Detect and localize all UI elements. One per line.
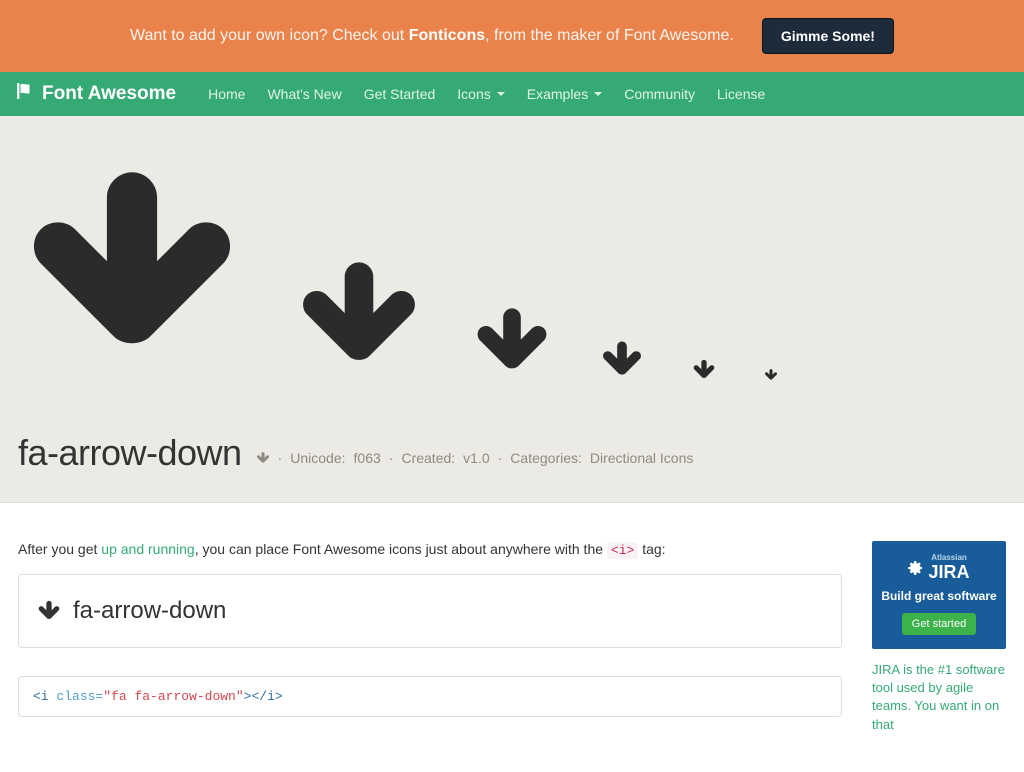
nav-examples[interactable]: Examples [527,86,602,102]
arrow-down-icon [692,358,716,382]
brand-link[interactable]: Font Awesome [16,82,176,106]
meta-created-value: v1.0 [463,450,489,466]
meta-unicode-value: f063 [354,450,381,466]
flag-icon [16,82,34,106]
code-block: <i class="fa fa-arrow-down"></i> [18,676,842,717]
code-token: "fa fa-arrow-down" [103,689,243,704]
icon-size-row [18,154,1006,382]
intro-mid: , you can place Font Awesome icons just … [195,541,607,557]
ad-logo-text: JIRA [928,562,969,582]
up-and-running-link[interactable]: up and running [101,541,194,557]
nav-label: Icons [457,86,490,102]
meta-unicode-label: Unicode: [290,450,345,466]
nav-label: What's New [267,86,341,102]
promo-message: Want to add your own icon? Check out Fon… [130,27,734,45]
nav-label: Get Started [364,86,436,102]
ad-cta-button[interactable]: Get started [902,613,976,635]
page-title: fa-arrow-down [18,432,242,474]
intro-suffix: tag: [638,541,665,557]
content-wrap: After you get up and running, you can pl… [0,503,1024,772]
meta-sep: · [278,450,283,466]
arrow-down-icon [472,302,552,382]
promo-prefix: Want to add your own icon? Check out [130,27,409,44]
meta-created-label: Created: [401,450,455,466]
icon-hero: fa-arrow-down · Unicode: f063 · Created:… [0,116,1024,503]
arrow-down-icon [294,252,424,382]
meta-sep: · [498,450,503,466]
ad-logo: Atlassian JIRA [880,553,998,583]
ad-tagline: Build great software [880,589,998,603]
chevron-down-icon [594,92,602,96]
promo-suffix: , from the maker of Font Awesome. [485,27,734,44]
code-token: <i [33,689,49,704]
example-label: fa-arrow-down [73,597,226,625]
nav-label: Community [624,86,695,102]
brand-text: Font Awesome [42,83,176,105]
main-nav: Font Awesome Home What's New Get Started… [0,72,1024,116]
ad-blurb[interactable]: JIRA is the #1 software tool used by agi… [872,661,1006,734]
intro-text: After you get up and running, you can pl… [18,541,842,558]
icon-meta: · Unicode: f063 · Created: v1.0 · Catego… [256,450,694,466]
arrow-down-icon [600,338,644,382]
nav-whats-new[interactable]: What's New [267,86,341,102]
inline-code: <i> [607,542,638,559]
ad-card[interactable]: Atlassian JIRA Build great software Get … [872,541,1006,649]
meta-categories-value: Directional Icons [590,450,694,466]
code-token: ></i> [244,689,283,704]
promo-brand: Fonticons [409,27,485,44]
title-row: fa-arrow-down · Unicode: f063 · Created:… [18,432,1006,474]
code-token: class= [56,689,103,704]
promo-cta-button[interactable]: Gimme Some! [762,18,894,54]
nav-license[interactable]: License [717,86,765,102]
example-preview: fa-arrow-down [18,574,842,648]
nav-label: Home [208,86,245,102]
nav-community[interactable]: Community [624,86,695,102]
nav-label: Examples [527,86,588,102]
arrow-down-icon [37,599,61,623]
promo-banner: Want to add your own icon? Check out Fon… [0,0,1024,72]
meta-sep: · [389,450,394,466]
nav-get-started[interactable]: Get Started [364,86,436,102]
arrow-down-icon [256,451,270,465]
main-column: After you get up and running, you can pl… [18,541,842,734]
meta-categories-label: Categories: [510,450,582,466]
nav-home[interactable]: Home [208,86,245,102]
nav-icons[interactable]: Icons [457,86,504,102]
intro-prefix: After you get [18,541,101,557]
arrow-down-icon [18,154,246,382]
nav-label: License [717,86,765,102]
chevron-down-icon [497,92,505,96]
gear-icon [908,560,924,576]
sidebar: Atlassian JIRA Build great software Get … [872,541,1006,734]
ad-super: Atlassian [928,553,969,562]
arrow-down-icon [764,368,778,382]
